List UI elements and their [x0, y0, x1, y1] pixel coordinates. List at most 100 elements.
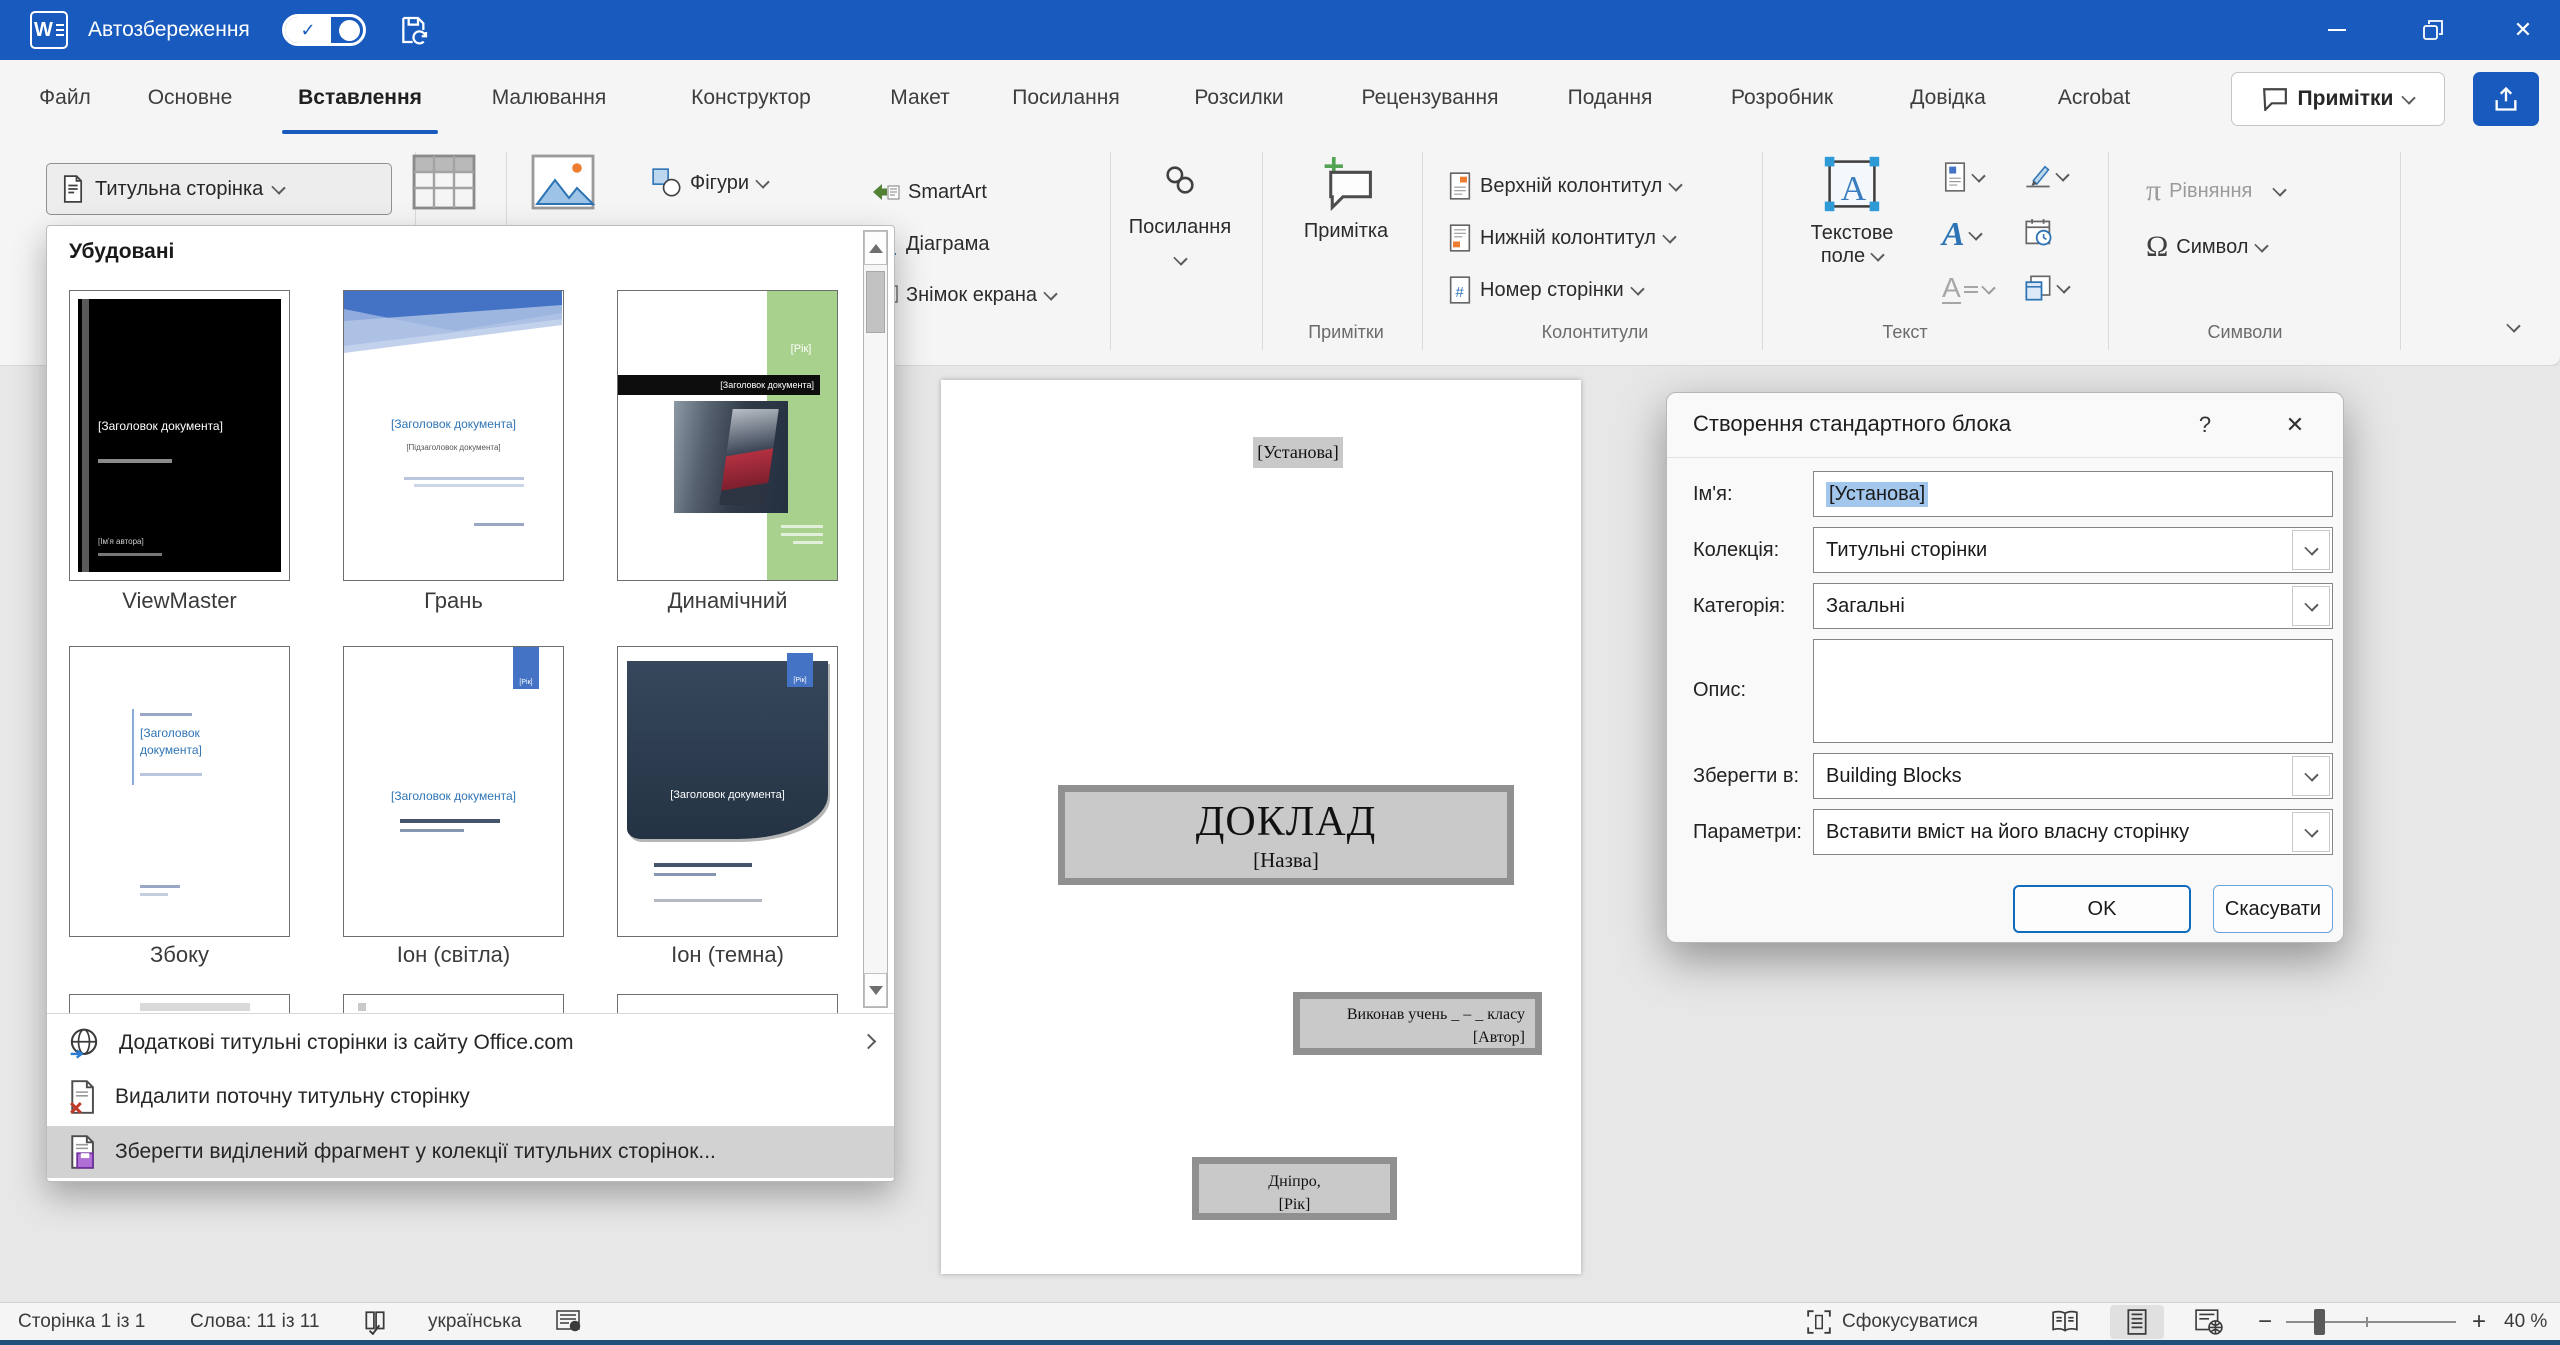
menu-item-more-cover-pages[interactable]: Додаткові титульні сторінки із сайту Off… — [47, 1018, 894, 1068]
equation-button[interactable]: π Рівняння — [2146, 176, 2285, 206]
dropdown-button[interactable] — [2292, 530, 2330, 570]
thumb-title: [Заголовок документа] — [344, 417, 563, 431]
options-select[interactable]: Вставити вміст на його власну сторінку — [1813, 809, 2333, 855]
header-icon — [1448, 172, 1472, 200]
chevron-down-icon — [2304, 823, 2318, 837]
dropdown-button[interactable] — [2292, 812, 2330, 852]
header-button[interactable]: Верхній колонтитул — [1448, 172, 1681, 200]
gallery-select[interactable]: Титульні сторінки — [1813, 527, 2333, 573]
page-indicator[interactable]: Сторінка 1 із 1 — [18, 1303, 145, 1341]
zoom-thumb[interactable] — [2314, 1309, 2325, 1335]
tab-developer[interactable]: Розробник — [1702, 60, 1862, 136]
scroll-down-button[interactable] — [864, 973, 887, 1007]
print-layout-button[interactable] — [2110, 1303, 2164, 1341]
scroll-up-button[interactable] — [864, 231, 887, 265]
toggle-knob[interactable] — [339, 20, 360, 41]
signature-line-button[interactable] — [2024, 162, 2068, 190]
macro-recording[interactable] — [556, 1303, 582, 1341]
ok-button[interactable]: OK — [2013, 885, 2191, 933]
cover-page-button[interactable]: Титульна сторінка — [46, 163, 392, 215]
symbol-button[interactable]: Ω Символ — [2146, 232, 2267, 262]
screenshot-button[interactable]: Знімок екрана — [872, 284, 1056, 307]
pictures-button[interactable] — [528, 152, 598, 212]
tab-insert[interactable]: Вставлення — [276, 60, 444, 136]
tab-acrobat[interactable]: Acrobat — [2034, 60, 2154, 136]
date-time-button[interactable] — [2024, 218, 2054, 248]
gallery-item-label: Іон (темна) — [617, 942, 838, 968]
create-building-block-dialog: Створення стандартного блока ? ✕ Ім'я: [… — [1666, 392, 2344, 943]
tab-design[interactable]: Конструктор — [662, 60, 840, 136]
link-button[interactable]: Посилання — [1128, 162, 1232, 264]
dialog-help-button[interactable]: ? — [2183, 405, 2227, 445]
gallery-item-sideline[interactable]: [Заголовок документа] — [69, 646, 290, 937]
drop-cap-button[interactable]: A — [1942, 274, 1994, 304]
share-button[interactable] — [2473, 72, 2539, 126]
tab-mailings[interactable]: Розсилки — [1168, 60, 1310, 136]
tab-review[interactable]: Рецензування — [1328, 60, 1532, 136]
gallery-item-dynamic[interactable]: [Рік] [Заголовок документа] — [617, 290, 838, 581]
minimize-button[interactable] — [2300, 0, 2374, 60]
page-number-button[interactable]: # Номер сторінки — [1448, 276, 1643, 304]
dialog-close-button[interactable]: ✕ — [2273, 405, 2317, 445]
autosave-toggle[interactable]: ✓ — [282, 14, 366, 46]
author-block[interactable]: Виконав учень _ – _ класу [Автор] — [1293, 992, 1542, 1055]
comments-button[interactable]: Примітки — [2231, 72, 2445, 126]
collapse-ribbon-button[interactable] — [2508, 318, 2519, 336]
menu-item-save-selection[interactable]: Зберегти виділений фрагмент у колекції т… — [47, 1126, 894, 1178]
zoom-slider[interactable] — [2286, 1303, 2456, 1341]
institution-field[interactable]: [Установа] — [1253, 437, 1343, 468]
scrollbar-thumb[interactable] — [866, 271, 885, 333]
cancel-button[interactable]: Скасувати — [2213, 885, 2333, 933]
tab-home[interactable]: Основне — [126, 60, 254, 136]
save-in-select[interactable]: Building Blocks — [1813, 753, 2333, 799]
gallery-item-viewmaster[interactable]: [Заголовок документа] [Ім'я автора] — [69, 290, 290, 581]
table-button[interactable] — [410, 150, 478, 214]
close-button[interactable]: ✕ — [2486, 0, 2560, 60]
quick-parts-button[interactable] — [1942, 162, 1984, 192]
gallery-item-partial[interactable] — [69, 994, 290, 1013]
object-button[interactable] — [2024, 274, 2069, 302]
page-number-icon: # — [1448, 276, 1472, 304]
wordart-button[interactable]: A — [1942, 218, 1981, 252]
tab-references[interactable]: Посилання — [986, 60, 1146, 136]
language-status[interactable]: українська — [428, 1303, 521, 1341]
zoom-out-button[interactable]: − — [2258, 1303, 2272, 1341]
smartart-button[interactable]: SmartArt — [872, 180, 987, 204]
category-select[interactable]: Загальні — [1813, 583, 2333, 629]
dropdown-button[interactable] — [2292, 756, 2330, 796]
word-count[interactable]: Слова: 11 із 11 — [190, 1303, 320, 1341]
new-comment-button[interactable]: Примітка — [1288, 154, 1404, 243]
tab-help[interactable]: Довідка — [1884, 60, 2012, 136]
focus-mode-button[interactable]: Сфокусуватися — [1806, 1303, 1978, 1341]
zoom-level[interactable]: 40 % — [2504, 1303, 2547, 1341]
footer-button[interactable]: Нижній колонтитул — [1448, 224, 1675, 252]
gallery-item-gran[interactable]: [Заголовок документа] [Підзаголовок доку… — [343, 290, 564, 581]
zoom-in-button[interactable]: + — [2472, 1303, 2486, 1341]
text-box-button[interactable]: A Текстове поле — [1788, 152, 1916, 268]
gallery-item-ion-dark[interactable]: [Заголовок документа] [Рік] — [617, 646, 838, 937]
description-input[interactable] — [1813, 639, 2333, 743]
save-sync-icon[interactable] — [398, 14, 430, 46]
dropdown-button[interactable] — [2292, 586, 2330, 626]
svg-text:A: A — [1841, 169, 1867, 208]
title-block[interactable]: ДОКЛАД [Назва] — [1058, 785, 1514, 885]
name-input[interactable]: [Установа] — [1813, 471, 2333, 517]
proofing-status[interactable] — [362, 1303, 388, 1341]
gallery-item-ion-light[interactable]: [Рік] [Заголовок документа] — [343, 646, 564, 937]
web-layout-button[interactable] — [2182, 1303, 2236, 1341]
tab-layout[interactable]: Макет — [868, 60, 972, 136]
menu-item-remove-cover-page[interactable]: Видалити поточну титульну сторінку — [47, 1072, 894, 1122]
tab-draw[interactable]: Малювання — [466, 60, 632, 136]
gallery-item-partial[interactable] — [343, 994, 564, 1013]
zoom-track[interactable] — [2286, 1321, 2456, 1323]
tab-file[interactable]: Файл — [24, 60, 106, 136]
restore-button[interactable] — [2396, 0, 2470, 60]
read-mode-button[interactable] — [2038, 1303, 2092, 1341]
document-page[interactable]: [Установа] ДОКЛАД [Назва] Виконав учень … — [941, 380, 1581, 1274]
shapes-button[interactable]: Фігури — [652, 168, 768, 198]
gallery-item-partial[interactable] — [617, 994, 838, 1013]
tab-view[interactable]: Подання — [1544, 60, 1676, 136]
city-year-block[interactable]: Дніпро, [Рік] — [1192, 1157, 1397, 1220]
gallery-item-label: Збоку — [69, 942, 290, 968]
gallery-scrollbar[interactable] — [863, 230, 888, 1008]
